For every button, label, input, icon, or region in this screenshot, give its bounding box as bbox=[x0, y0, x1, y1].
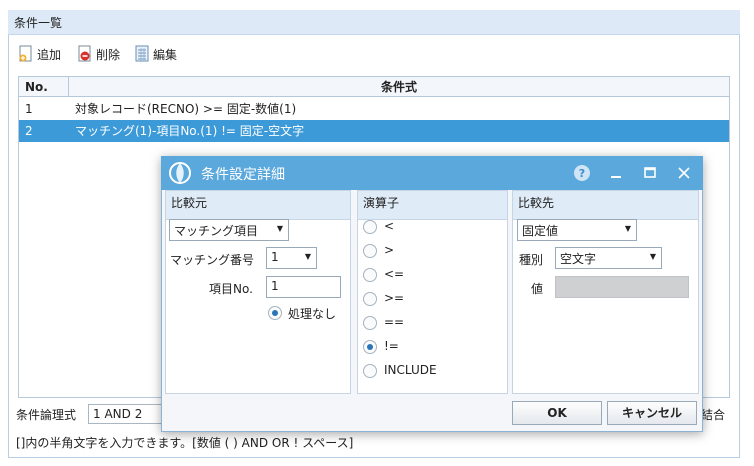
item-no-input[interactable]: 1 bbox=[266, 276, 341, 298]
app-logo-icon bbox=[169, 162, 191, 184]
delete-button[interactable]: 削除 bbox=[77, 44, 120, 64]
help-icon[interactable]: ? bbox=[573, 164, 591, 182]
operator-label: >= bbox=[384, 291, 405, 305]
cancel-button[interactable]: キャンセル bbox=[607, 401, 697, 425]
target-header: 比較先 bbox=[513, 191, 698, 220]
chevron-down-icon: ▼ bbox=[276, 224, 283, 233]
target-type-select[interactable]: 固定値 ▼ bbox=[517, 219, 637, 241]
operator-radio-gt[interactable] bbox=[363, 244, 377, 258]
delete-icon bbox=[78, 45, 91, 62]
edit-icon bbox=[135, 45, 149, 62]
chevron-down-icon: ▼ bbox=[304, 252, 311, 261]
value-label: 値 bbox=[531, 282, 544, 296]
table-row[interactable]: 1 対象レコード(RECNO) >= 固定-数値(1) bbox=[19, 98, 729, 120]
dialog-title: 条件設定詳細 bbox=[201, 167, 285, 183]
panel-title: 条件一覧 bbox=[8, 10, 740, 35]
kind-label: 種別 bbox=[519, 253, 544, 267]
join-label: 結合 bbox=[701, 408, 726, 422]
operator-radio-lt[interactable] bbox=[363, 220, 377, 234]
operator-label: == bbox=[384, 315, 405, 329]
maximize-icon[interactable] bbox=[641, 164, 659, 182]
no-process-radio[interactable] bbox=[268, 306, 282, 320]
add-button[interactable]: 追加 bbox=[18, 44, 61, 64]
operator-label: != bbox=[384, 339, 399, 353]
match-no-value: 1 bbox=[271, 250, 279, 264]
operator-radio-include[interactable] bbox=[363, 364, 377, 378]
input-hint: []内の半角文字を入力できます。[数値 ( ) AND OR ! スペース] bbox=[16, 436, 354, 450]
operator-label: <= bbox=[384, 267, 405, 281]
row-no: 2 bbox=[25, 124, 33, 138]
chevron-down-icon: ▼ bbox=[649, 252, 656, 261]
kind-select[interactable]: 空文字 ▼ bbox=[555, 247, 662, 269]
match-no-label: マッチング番号 bbox=[170, 253, 255, 267]
grid-header: No. 条件式 bbox=[19, 77, 729, 97]
svg-text:?: ? bbox=[579, 167, 585, 180]
logic-expression-label: 条件論理式 bbox=[16, 408, 77, 422]
close-icon[interactable] bbox=[675, 164, 693, 182]
delete-button-label: 削除 bbox=[96, 47, 121, 62]
match-no-select[interactable]: 1 ▼ bbox=[266, 247, 317, 269]
add-button-label: 追加 bbox=[37, 47, 62, 62]
edit-button[interactable]: 編集 bbox=[134, 44, 177, 64]
row-no: 1 bbox=[25, 102, 33, 116]
kind-value: 空文字 bbox=[560, 252, 597, 266]
target-type-value: 固定値 bbox=[522, 224, 559, 238]
operator-radio-ge[interactable] bbox=[363, 292, 377, 306]
add-icon bbox=[19, 45, 32, 62]
operator-header: 演算子 bbox=[358, 191, 507, 220]
edit-button-label: 編集 bbox=[153, 47, 178, 62]
dialog-title-bar: 条件設定詳細 ? bbox=[161, 156, 703, 190]
item-no-label: 項目No. bbox=[209, 282, 253, 296]
chevron-down-icon: ▼ bbox=[624, 224, 631, 233]
row-expression: 対象レコード(RECNO) >= 固定-数値(1) bbox=[75, 102, 297, 116]
operator-radio-eq[interactable] bbox=[363, 316, 377, 330]
operator-radio-le[interactable] bbox=[363, 268, 377, 282]
value-input[interactable] bbox=[555, 276, 689, 298]
source-header: 比較元 bbox=[166, 191, 350, 220]
minimize-icon[interactable] bbox=[607, 164, 625, 182]
operator-radio-ne[interactable] bbox=[363, 340, 377, 354]
table-row-selected[interactable]: 2 マッチング(1)-項目No.(1) != 固定-空文字 bbox=[19, 120, 729, 142]
ok-button[interactable]: OK bbox=[512, 401, 602, 425]
column-header-expression[interactable]: 条件式 bbox=[69, 77, 729, 97]
operator-label: INCLUDE bbox=[384, 363, 437, 377]
operator-label: < bbox=[384, 219, 395, 233]
no-process-label: 処理なし bbox=[288, 307, 337, 321]
row-expression: マッチング(1)-項目No.(1) != 固定-空文字 bbox=[75, 124, 305, 138]
operator-label: > bbox=[384, 243, 395, 257]
source-type-value: マッチング項目 bbox=[174, 224, 259, 238]
source-type-select[interactable]: マッチング項目 ▼ bbox=[169, 219, 289, 241]
column-header-no[interactable]: No. bbox=[19, 77, 69, 97]
